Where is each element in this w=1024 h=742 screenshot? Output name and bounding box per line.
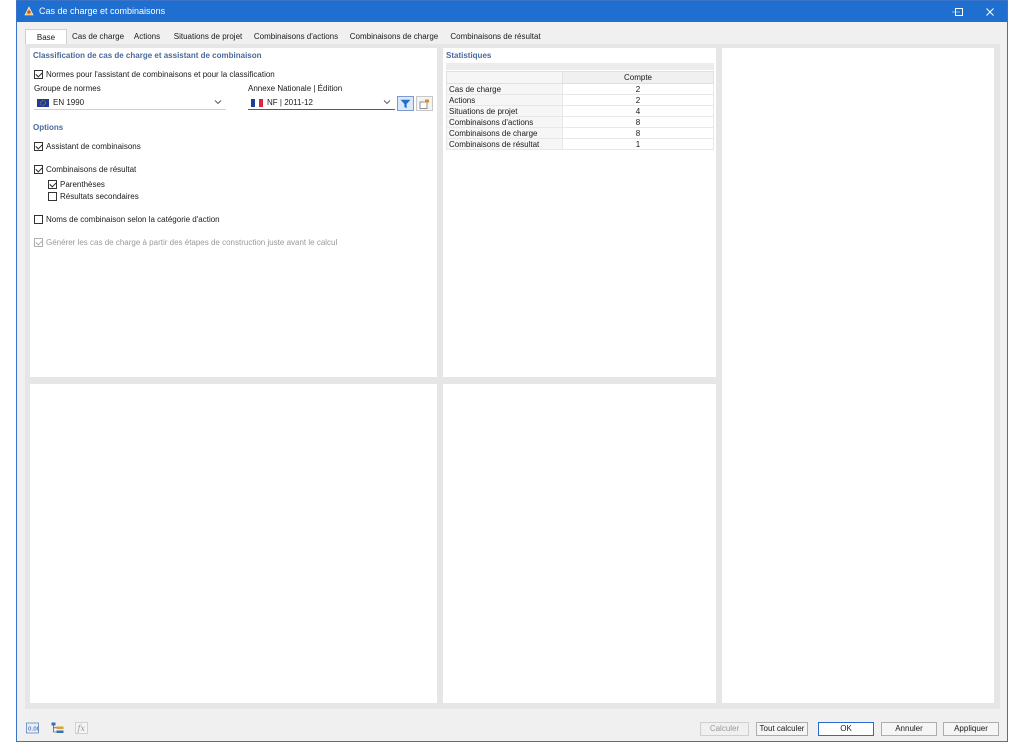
chevron-down-icon <box>214 100 222 105</box>
table-row: Combinaisons de résultat 1 <box>446 138 714 150</box>
tab-load-cases[interactable]: Cas de charge <box>70 29 126 44</box>
units-icon: 0.00 <box>25 722 39 734</box>
table-row: Situations de projet 4 <box>446 105 714 117</box>
dialog-footer: 0.00 fx Calculer Tout calculer OK Annule… <box>17 713 1007 741</box>
row-name: Combinaisons de charge <box>446 127 563 139</box>
formula-icon: fx <box>74 722 88 734</box>
statistics-header-strip <box>446 63 714 70</box>
row-count: 8 <box>562 127 714 139</box>
construction-stages-label: Générer les cas de charge à partir des é… <box>46 238 338 247</box>
tree-list-icon <box>51 722 63 733</box>
secondary-results-label: Résultats secondaires <box>60 192 139 201</box>
table-row: Cas de charge 2 <box>446 83 714 95</box>
apply-button[interactable]: Appliquer <box>943 722 999 736</box>
options-panel: Classification de cas de charge et assis… <box>30 48 437 377</box>
combination-wizard-checkbox[interactable] <box>34 142 43 151</box>
close-icon <box>986 7 994 16</box>
bottom-left-panel <box>30 384 437 703</box>
row-count: 2 <box>562 94 714 106</box>
table-row: Combinaisons de charge 8 <box>446 127 714 139</box>
options-title: Options <box>33 123 64 132</box>
app-icon <box>24 6 34 16</box>
statistics-table: Compte Cas de charge 2 Actions 2 Situation… <box>446 71 714 150</box>
norm-group-value: EN 1990 <box>53 98 85 107</box>
chevron-down-icon <box>383 100 391 105</box>
svg-text:0.00: 0.00 <box>28 727 39 733</box>
eu-flag-icon <box>37 99 49 107</box>
table-row: Combinaisons d'actions 8 <box>446 116 714 128</box>
statistics-title: Statistiques <box>446 51 492 60</box>
secondary-results-checkbox[interactable] <box>48 192 57 201</box>
norm-group-label: Groupe de normes <box>34 84 101 93</box>
parentheses-checkbox[interactable] <box>48 180 57 189</box>
tab-bar: Base Cas de charge Actions Situations de… <box>25 29 1000 45</box>
classification-title: Classification de cas de charge et assis… <box>33 51 262 60</box>
construction-stages-checkbox <box>34 238 43 247</box>
bottom-middle-panel <box>443 384 716 703</box>
tree-list-button[interactable] <box>50 721 64 735</box>
calculate-all-button[interactable]: Tout calculer <box>756 722 808 736</box>
window-title: Cas de charge et combinaisons <box>39 6 166 16</box>
row-name: Cas de charge <box>446 83 563 95</box>
svg-text:fx: fx <box>76 724 85 733</box>
row-name: Combinaisons d'actions <box>446 116 563 128</box>
maximize-icon <box>955 7 963 16</box>
document-settings-icon <box>419 99 429 109</box>
count-column-header: Compte <box>562 71 714 84</box>
parentheses-label: Parenthèses <box>60 180 105 189</box>
close-button[interactable] <box>975 1 1005 22</box>
row-name: Combinaisons de résultat <box>446 138 563 150</box>
filter-button[interactable] <box>397 96 414 111</box>
table-row: Actions 2 <box>446 94 714 106</box>
cancel-button[interactable]: Annuler <box>881 722 937 736</box>
combination-wizard-label: Assistant de combinaisons <box>46 142 141 151</box>
row-name: Actions <box>446 94 563 106</box>
tab-action-combinations[interactable]: Combinaisons d'actions <box>250 29 342 44</box>
filter-icon <box>400 99 411 108</box>
tab-result-combinations[interactable]: Combinaisons de résultat <box>446 29 545 44</box>
national-annex-select[interactable]: NF | 2011-12 <box>248 96 395 110</box>
table-corner <box>446 71 563 84</box>
dialog-window: Cas de charge et combinaisons Base Cas d… <box>16 0 1008 742</box>
fr-flag-icon <box>251 99 263 107</box>
result-combinations-label: Combinaisons de résultat <box>46 165 137 174</box>
norms-checkbox[interactable] <box>34 70 43 79</box>
combination-names-label: Noms de combinaison selon la catégorie d… <box>46 215 220 224</box>
ok-button[interactable]: OK <box>818 722 874 736</box>
row-count: 2 <box>562 83 714 95</box>
norm-group-select[interactable]: EN 1990 <box>34 96 226 110</box>
national-annex-value: NF | 2011-12 <box>267 98 313 107</box>
norms-checkbox-label: Normes pour l'assistant de combinaisons … <box>46 70 275 79</box>
title-bar: Cas de charge et combinaisons <box>17 1 1007 22</box>
statistics-panel: Statistiques Compte Cas de charge 2 Actio… <box>443 48 716 377</box>
national-annex-label: Annexe Nationale | Édition <box>248 84 343 93</box>
right-panel <box>722 48 994 703</box>
annex-settings-button[interactable] <box>416 96 433 111</box>
tab-content: Classification de cas de charge et assis… <box>25 44 1000 709</box>
tab-actions[interactable]: Actions <box>129 29 165 44</box>
tab-base[interactable]: Base <box>25 29 67 45</box>
combination-names-checkbox[interactable] <box>34 215 43 224</box>
tab-design-situations[interactable]: Situations de projet <box>169 29 247 44</box>
units-button[interactable]: 0.00 <box>25 721 39 735</box>
row-count: 4 <box>562 105 714 117</box>
formula-button[interactable]: fx <box>74 721 88 735</box>
row-count: 8 <box>562 116 714 128</box>
maximize-button[interactable] <box>944 1 974 22</box>
row-name: Situations de projet <box>446 105 563 117</box>
row-count: 1 <box>562 138 714 150</box>
tab-load-combinations[interactable]: Combinaisons de charge <box>347 29 441 44</box>
calculate-button[interactable]: Calculer <box>700 722 749 736</box>
result-combinations-checkbox[interactable] <box>34 165 43 174</box>
